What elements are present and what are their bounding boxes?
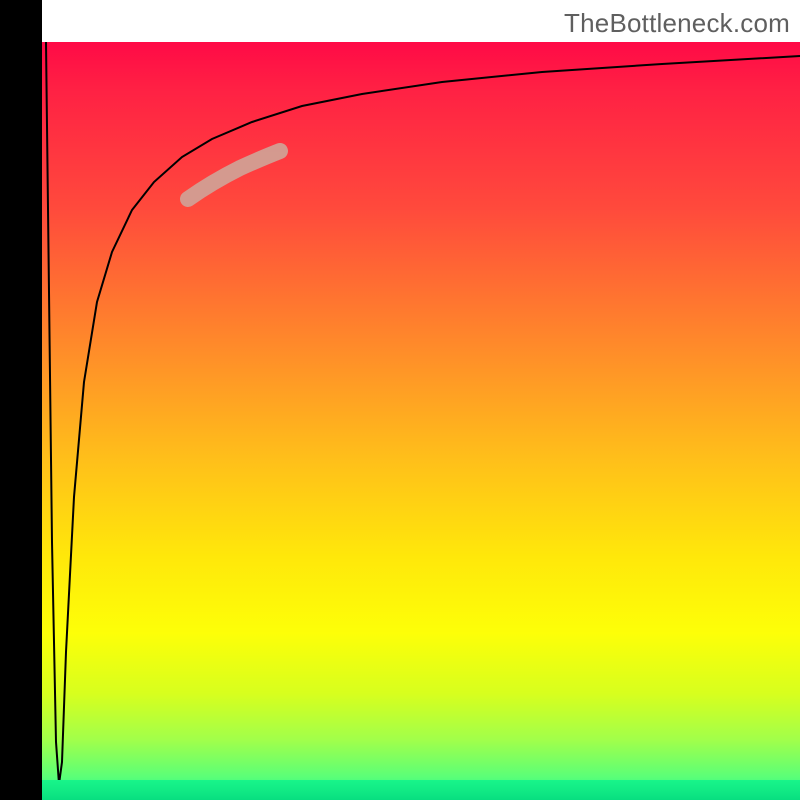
- chart-container: TheBottleneck.com Bottleneck-style curve…: [0, 0, 800, 800]
- plot-area: [42, 42, 800, 800]
- watermark-text: TheBottleneck.com: [564, 8, 790, 39]
- y-axis: [0, 0, 42, 800]
- x-axis: [0, 780, 800, 800]
